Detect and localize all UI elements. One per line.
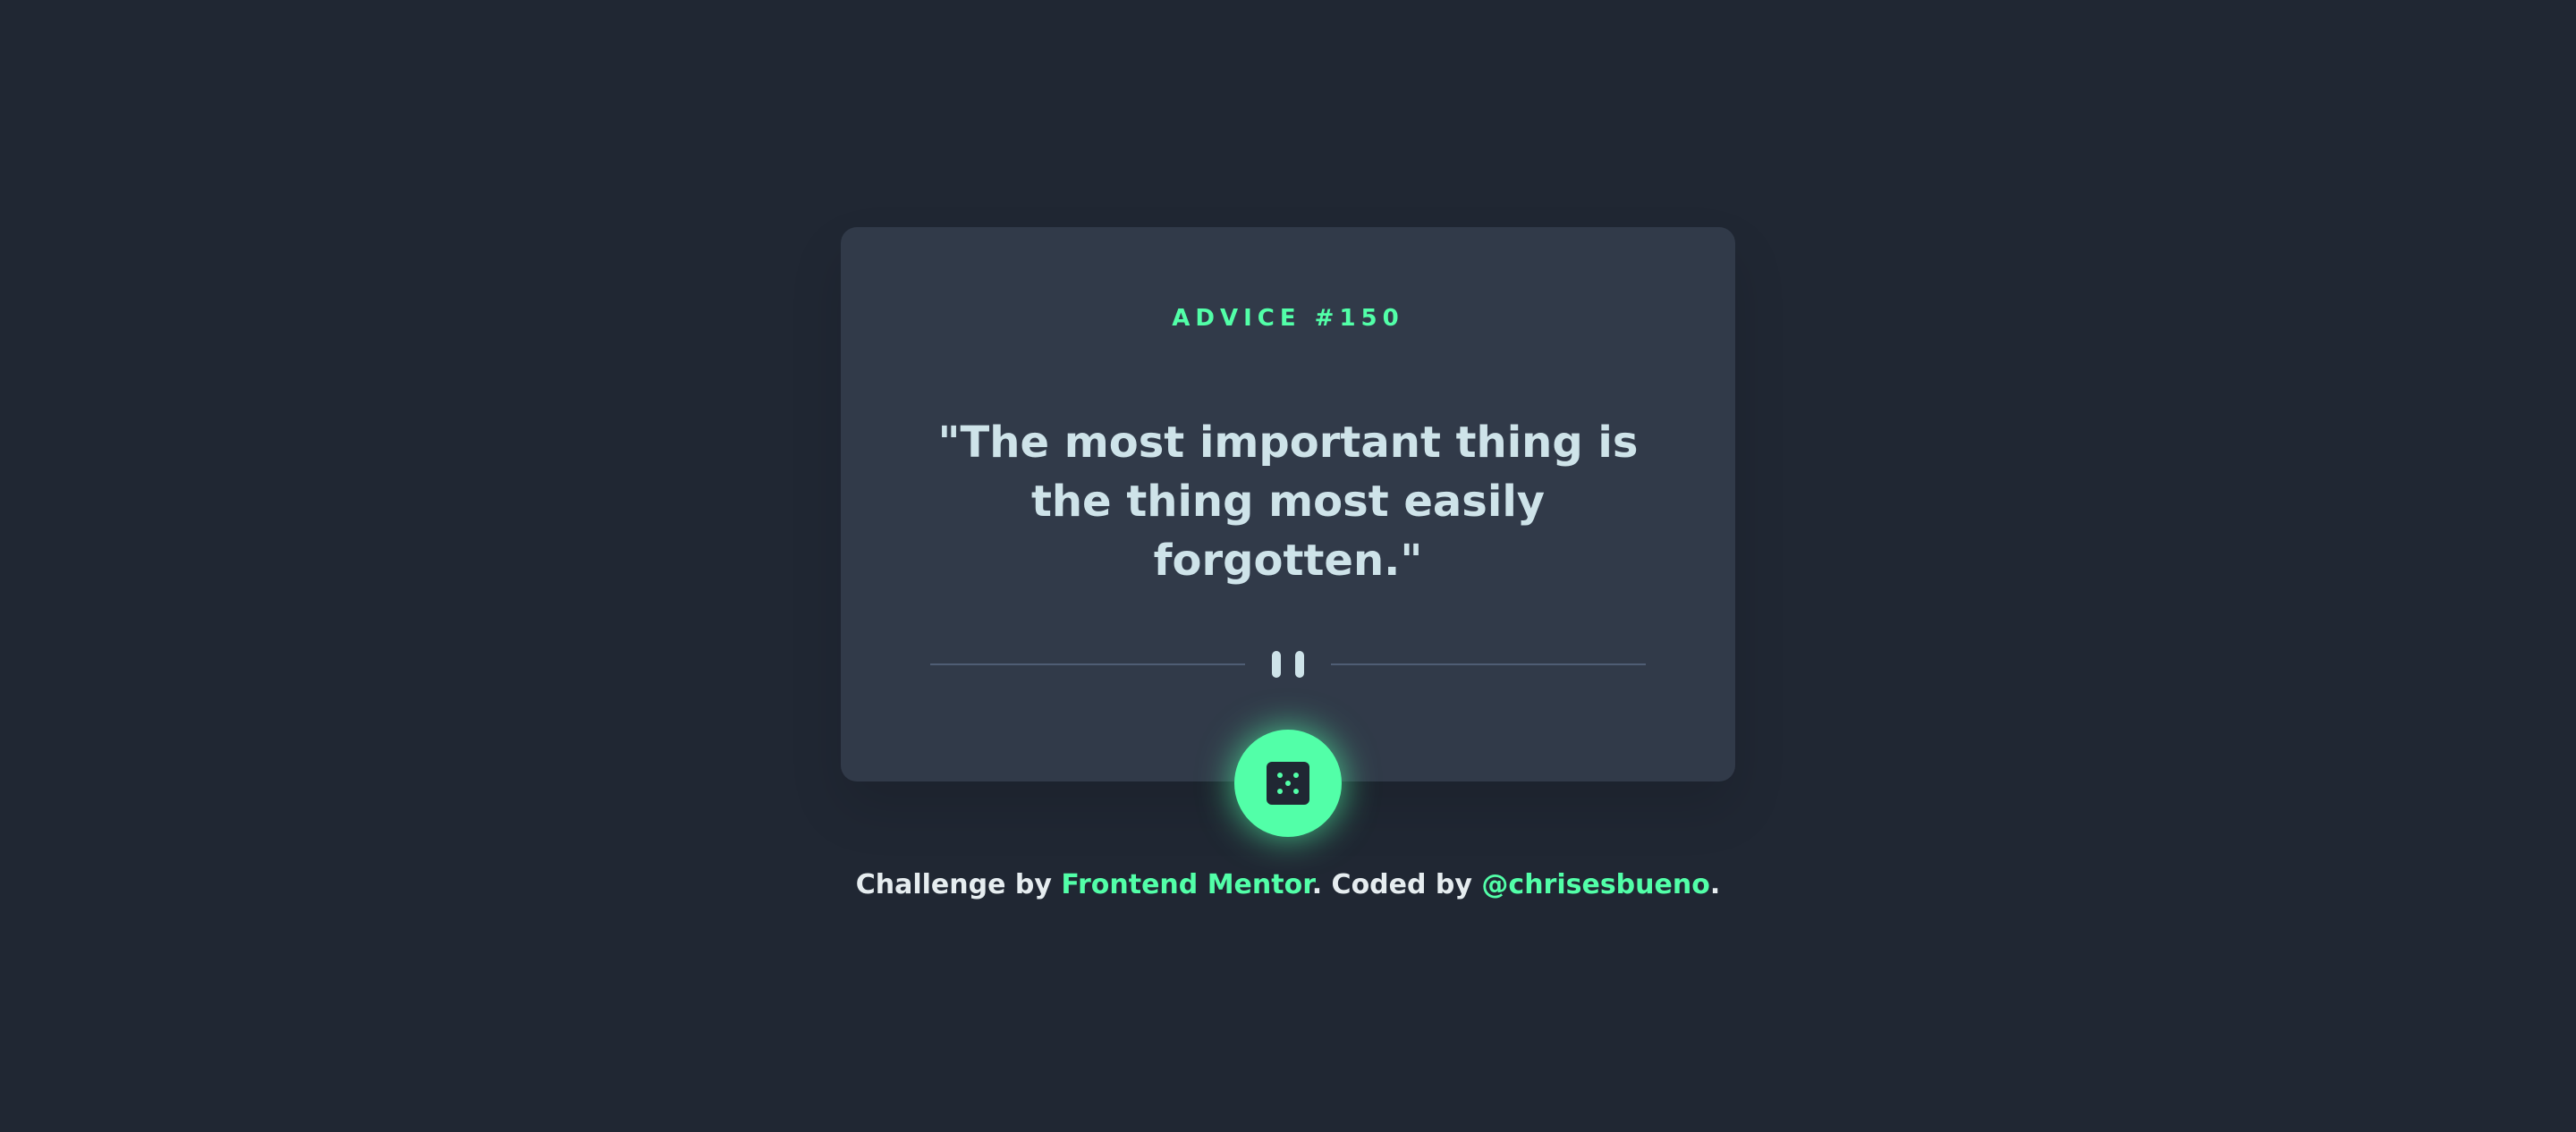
pause-icon	[1272, 651, 1304, 678]
frontend-mentor-link[interactable]: Frontend Mentor	[1061, 869, 1311, 900]
attribution-middle: . Coded by	[1311, 869, 1482, 900]
dice-icon	[1267, 762, 1309, 805]
divider	[930, 651, 1646, 678]
generate-advice-button[interactable]	[1234, 730, 1342, 837]
author-link[interactable]: @chrisesbueno	[1481, 869, 1709, 900]
advice-card: ADVICE #150 "The most important thing is…	[841, 227, 1735, 781]
attribution-suffix: .	[1709, 869, 1721, 900]
divider-line-left	[930, 663, 1245, 665]
attribution-prefix: Challenge by	[855, 869, 1062, 900]
advice-id: ADVICE #150	[1172, 305, 1404, 332]
attribution: Challenge by Frontend Mentor. Coded by @…	[0, 866, 2576, 905]
divider-line-right	[1331, 663, 1646, 665]
advice-quote: "The most important thing is the thing m…	[937, 418, 1639, 586]
